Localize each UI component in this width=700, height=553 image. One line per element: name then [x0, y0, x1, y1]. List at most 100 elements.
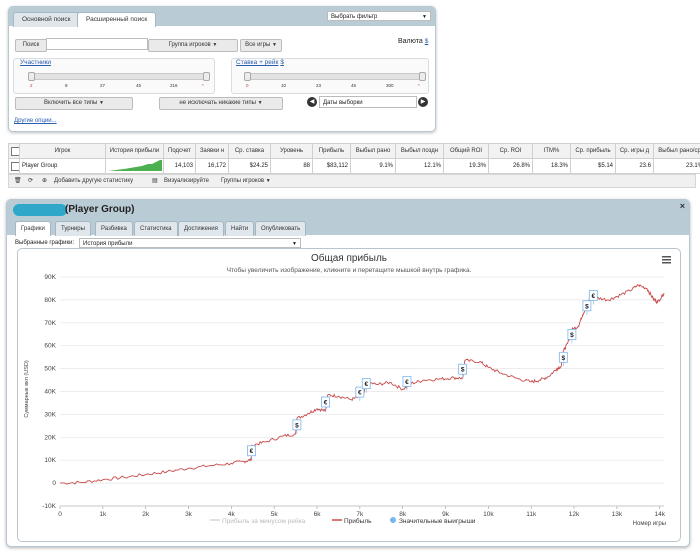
- tab-achievements[interactable]: Достижения: [178, 221, 224, 236]
- menu-icon[interactable]: [662, 256, 671, 264]
- selected-graphs-label: Выбранные графики:: [15, 240, 75, 246]
- column-header[interactable]: Ср. ставка: [228, 143, 271, 159]
- player-group-label: Группа игроков: [168, 42, 211, 48]
- next-arrow-icon[interactable]: ▶: [418, 97, 428, 107]
- search-tabbar: Основной поиск Расширенный поиск Выбрать…: [9, 7, 435, 27]
- tab-basic-search[interactable]: Основной поиск: [13, 12, 80, 27]
- x-axis-label: Номер игры: [633, 521, 666, 527]
- participants-tick: 2: [30, 83, 33, 88]
- visualize-link[interactable]: Визуализируйте: [164, 175, 209, 187]
- participants-label[interactable]: Участники: [20, 59, 51, 66]
- column-header[interactable]: Выбыл рано: [350, 143, 396, 159]
- chart-title: Общая прибыль: [311, 252, 387, 264]
- buyin-currency[interactable]: $: [280, 59, 284, 66]
- legend-profit[interactable]: Прибыль: [344, 517, 372, 525]
- profit-chart[interactable]: Общая прибыль Чтобы увеличить изображени…: [18, 249, 680, 541]
- tab-advanced-search[interactable]: Расширенный поиск: [77, 12, 157, 27]
- graph-header: (Player Group) ×: [7, 200, 689, 220]
- tab-statistics[interactable]: Статистика: [134, 221, 178, 236]
- column-header[interactable]: Игрок: [19, 143, 106, 159]
- chevron-down-icon: ▼: [271, 42, 277, 48]
- refresh-icon[interactable]: ⟳: [28, 175, 33, 187]
- slider-min-handle[interactable]: [244, 72, 251, 81]
- buyin-slider[interactable]: [244, 72, 426, 81]
- dates-field[interactable]: Даты выборки: [319, 96, 417, 108]
- big-win-currency: €: [405, 379, 409, 386]
- legend-rake[interactable]: Прибыль за минусом рейка: [222, 517, 306, 525]
- participants-tick: 216: [170, 83, 178, 88]
- participants-tick: 45: [136, 83, 142, 88]
- y-tick-label: -10K: [42, 503, 56, 510]
- currency-link[interactable]: $: [425, 38, 429, 45]
- add-icon[interactable]: ⊕: [42, 175, 47, 187]
- all-games-label: Все игры: [245, 42, 271, 48]
- column-header[interactable]: Заявки н: [195, 143, 229, 159]
- column-header[interactable]: Ср. прибыль: [570, 143, 616, 159]
- player-group-button[interactable]: Группа игроков ▼: [148, 39, 238, 52]
- legend: Прибыль за минусом рейка Прибыль Значите…: [210, 517, 476, 525]
- tab-graphs[interactable]: Графики: [15, 221, 51, 236]
- y-tick-label: 70K: [44, 320, 56, 327]
- buyin-label[interactable]: Ставка + рейк: [236, 59, 278, 66]
- column-header[interactable]: Ср. ROI: [488, 143, 533, 159]
- table-row[interactable]: Player Group 14,103 16,172 $24.25 88 $83…: [8, 158, 700, 174]
- select-all-checkbox[interactable]: [8, 143, 20, 159]
- buyin-tick: 10: [281, 83, 287, 88]
- close-icon[interactable]: ×: [680, 201, 685, 211]
- big-win-currency: $: [570, 332, 574, 339]
- row-checkbox[interactable]: [8, 158, 20, 174]
- big-win-currency: €: [324, 399, 328, 406]
- tab-find[interactable]: Найти: [225, 221, 255, 236]
- x-tick-label: 0: [58, 511, 62, 518]
- x-tick-label: 4k: [228, 511, 236, 518]
- exclude-types-button[interactable]: не исключать никакие типы ▼: [159, 97, 283, 110]
- x-tick-label: 2k: [142, 511, 150, 518]
- tick-layer: -10K010K20K30K40K50K60K70K80K90K0 1k 2k 3k 4…: [42, 274, 665, 518]
- column-header[interactable]: ITM%: [532, 143, 571, 159]
- column-header[interactable]: Выбыл поздн: [395, 143, 444, 159]
- column-header[interactable]: Прибыль: [312, 143, 351, 159]
- graph-select[interactable]: История прибыли ▼: [79, 238, 301, 248]
- currency-selector[interactable]: Валюта $: [398, 38, 428, 45]
- player-cell[interactable]: Player Group: [19, 158, 106, 174]
- x-tick-label: 5k: [271, 511, 279, 518]
- x-tick-label: 7k: [356, 511, 364, 518]
- buyin-slider-box: Ставка + рейк $ 0 10 23 45 300 *: [231, 58, 429, 94]
- add-stat-link[interactable]: Добавить другую статистику: [54, 175, 133, 187]
- tab-tournaments[interactable]: Турниры: [55, 221, 91, 236]
- include-types-button[interactable]: Включить все типы ▼: [15, 97, 133, 110]
- buyin-tick: 0: [246, 83, 249, 88]
- table-cell: 26.8%: [488, 158, 533, 174]
- tab-publish[interactable]: Опубликовать: [255, 221, 307, 236]
- slider-max-handle[interactable]: [419, 72, 426, 81]
- column-header[interactable]: Общий ROI: [443, 143, 489, 159]
- tab-breakdown[interactable]: Разбивка: [95, 221, 133, 236]
- player-groups-link[interactable]: Группы игроков ▼: [221, 175, 271, 187]
- table-cell: 14,103: [163, 158, 196, 174]
- column-header[interactable]: Ср. игры д: [615, 143, 654, 159]
- big-win-currency: $: [585, 303, 589, 310]
- prev-arrow-icon[interactable]: ◀: [307, 97, 317, 107]
- table-cell: 16,172: [195, 158, 229, 174]
- date-range-picker[interactable]: ◀ Даты выборки ▶: [307, 96, 429, 109]
- search-button[interactable]: Поиск: [15, 39, 47, 52]
- buyin-tick: 23: [316, 83, 322, 88]
- slider-max-handle[interactable]: [203, 72, 210, 81]
- other-options-link[interactable]: Другие опции...: [14, 118, 57, 124]
- search-input[interactable]: [46, 38, 148, 50]
- y-tick-label: 80K: [44, 297, 56, 304]
- table-cell: 18.3%: [532, 158, 571, 174]
- slider-min-handle[interactable]: [28, 72, 35, 81]
- participants-slider[interactable]: [28, 72, 210, 81]
- participants-tick: 9: [65, 83, 68, 88]
- filter-select[interactable]: Выбрать фильтр ▼: [327, 11, 431, 21]
- all-games-button[interactable]: Все игры ▼: [240, 39, 282, 52]
- legend-bigwin[interactable]: Значительные выигрыши: [399, 518, 476, 525]
- column-header[interactable]: Подсчет: [163, 143, 196, 159]
- column-header[interactable]: История прибыли: [105, 143, 164, 159]
- buyin-tick: *: [418, 83, 420, 88]
- chart-icon[interactable]: ▤: [152, 175, 158, 187]
- column-header[interactable]: Выбыл рано/ср: [653, 143, 700, 159]
- trash-icon[interactable]: 🗑: [14, 175, 22, 187]
- column-header[interactable]: Уровень: [270, 143, 313, 159]
